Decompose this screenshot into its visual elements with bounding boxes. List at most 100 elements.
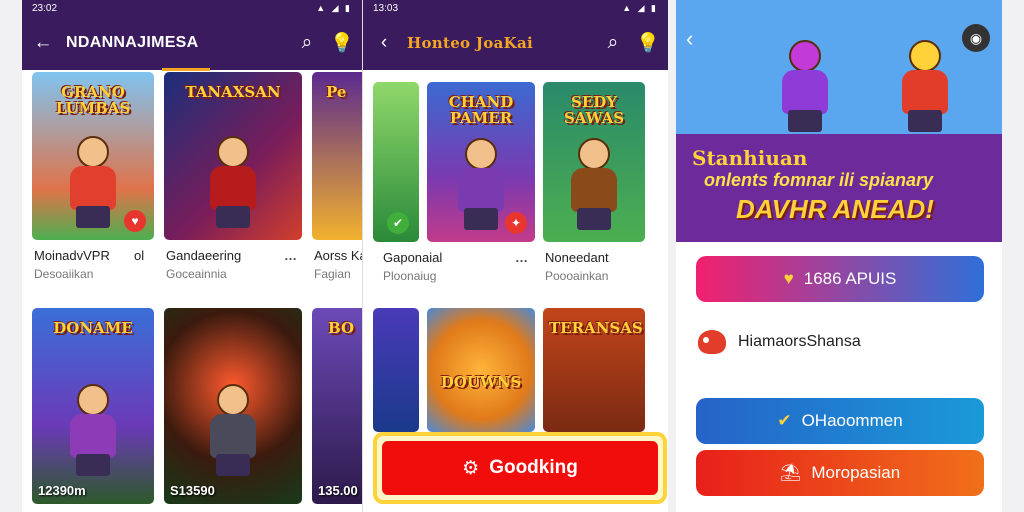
game-card[interactable]: GRANO LUMBAS ♥ — [32, 72, 154, 240]
game-art: SEDY SAWAS — [543, 82, 645, 242]
game-character — [64, 384, 122, 476]
screen-game-detail: ‹ ◉ Stanhiuan onlents fomnar ili spianar… — [676, 0, 1002, 512]
game-art-title: BO — [328, 319, 355, 337]
lightbulb-icon[interactable]: 💡 — [636, 31, 660, 55]
check-icon[interactable]: ✔ — [387, 212, 409, 234]
game-character — [565, 138, 623, 230]
game-name: Gandaeering — [166, 248, 242, 263]
game-art: DOUWNS — [427, 308, 535, 432]
banner-heading: Stanhiuan — [692, 146, 808, 170]
game-art: GRANO LUMBAS ♥ — [32, 72, 154, 240]
game-art-title: SEDY SAWAS — [563, 93, 625, 127]
game-developer: Fagian — [314, 267, 351, 281]
status-time: 23:02 — [32, 2, 58, 14]
game-card[interactable]: TANAXSAN — [164, 72, 302, 240]
game-art-title: TANAXSAN — [185, 83, 281, 101]
game-name: Noneedant — [545, 250, 609, 265]
game-character — [204, 136, 262, 228]
game-name: Aorss Ka — [314, 248, 362, 263]
heart-icon[interactable]: ♥ — [124, 210, 146, 232]
game-card[interactable]: DOUWNS — [427, 308, 535, 432]
page-title: Honteo JoaKai — [407, 34, 533, 52]
cta-button[interactable]: ⚙ Goodking — [373, 432, 667, 504]
game-art: TERANSAS — [543, 308, 645, 432]
game-developer: Poooainkan — [545, 269, 609, 283]
recommend-label: OHaoommen — [801, 411, 903, 430]
game-card[interactable]: BO 135.00 — [312, 308, 362, 504]
game-art: DONAME 12390m — [32, 308, 154, 504]
status-icons: ▲ ◢ ▮ — [316, 2, 352, 13]
game-meta: Aorss Ka Fagian — [314, 248, 362, 281]
cta-button-inner[interactable]: ⚙ Goodking — [382, 441, 658, 495]
game-name: Gaponaial — [383, 250, 443, 265]
flame-icon[interactable]: ✦ — [505, 212, 527, 234]
game-character — [64, 136, 122, 228]
status-time: 13:03 — [373, 2, 399, 14]
lightbulb-icon[interactable]: 💡 — [330, 31, 354, 55]
game-developer: Ploonaiug — [383, 269, 437, 283]
banner-text-band: Stanhiuan onlents fomnar ili spianary DA… — [676, 134, 1002, 242]
game-card[interactable]: CHAND PAMER ✦ — [427, 82, 535, 242]
cta-label: Goodking — [489, 457, 578, 478]
game-art: BO 135.00 — [312, 308, 362, 504]
game-card[interactable]: S13590 — [164, 308, 302, 504]
game-character — [452, 138, 510, 230]
game-card[interactable]: TERANSAS — [543, 308, 645, 432]
game-developer: Desoaiikan — [34, 267, 94, 281]
back-chevron-icon[interactable]: ‹ — [686, 26, 693, 52]
active-tab-indicator — [162, 68, 210, 71]
likes-label: 1686 APUIS — [803, 269, 897, 288]
likes-button[interactable]: ♥ 1686 APUIS — [696, 256, 984, 302]
game-meta: Gaponaial Ploonaiug — [383, 250, 503, 283]
banner-subheading: onlents fomnar ili spianary — [704, 170, 934, 190]
search-icon[interactable]: ⌕ — [296, 32, 318, 54]
more-options-icon[interactable]: … — [515, 250, 528, 265]
game-character — [204, 384, 262, 476]
check-icon: ✔ — [777, 411, 792, 430]
game-meta: Noneedant Poooainkan — [545, 250, 645, 283]
game-card[interactable] — [373, 308, 419, 432]
game-price: 135.00 — [318, 483, 358, 498]
game-art: CHAND PAMER ✦ — [427, 82, 535, 242]
promotion-button[interactable]: ⛱ Moropasian — [696, 450, 984, 496]
screen-game-category: 13:03 ▲ ◢ ▮ ‹ Honteo JoaKai ⌕ 💡 ✔ CHAND … — [362, 0, 668, 512]
status-bar: 13:03 ▲ ◢ ▮ — [363, 0, 668, 16]
promotion-icon: ⛱ — [779, 463, 802, 482]
developer-name: HiamaorsShansa — [738, 333, 861, 350]
more-options-icon[interactable]: … — [284, 248, 297, 263]
back-chevron-icon[interactable]: ‹ — [373, 32, 395, 54]
game-art-title: Pe — [326, 83, 347, 101]
recommend-button[interactable]: ✔ OHaoommen — [696, 398, 984, 444]
screen-game-store-grid: 23:02 ▲ ◢ ▮ ← NDANNAJIMESA ⌕ 💡 GRANO LUM… — [22, 0, 362, 512]
game-art: ✔ — [373, 82, 419, 242]
game-meta: Gandaeering Goceainnia — [166, 248, 276, 281]
app-bar: ‹ Honteo JoaKai ⌕ 💡 — [363, 16, 668, 70]
game-art: Pe — [312, 72, 362, 240]
game-price: S13590 — [170, 483, 215, 498]
game-character — [776, 40, 834, 132]
game-art-title: TERANSAS — [549, 319, 643, 337]
game-art-title: CHAND PAMER — [448, 93, 514, 127]
game-art — [373, 308, 419, 432]
app-bar: ← NDANNAJIMESA ⌕ 💡 — [22, 16, 362, 70]
search-icon[interactable]: ⌕ — [602, 32, 624, 54]
promotion-label: Moropasian — [811, 463, 901, 482]
camera-icon[interactable]: ◉ — [962, 24, 990, 52]
bug-mascot-icon — [698, 330, 726, 354]
status-bar: 23:02 ▲ ◢ ▮ — [22, 0, 362, 16]
game-art-title: DONAME — [53, 319, 133, 337]
game-art-title: DOUWNS — [440, 373, 522, 391]
status-icons: ▲ ◢ ▮ — [622, 2, 658, 13]
settings-icon: ⚙ — [462, 457, 480, 479]
game-developer: Goceainnia — [166, 267, 227, 281]
heart-icon: ♥ — [783, 269, 794, 288]
developer-row[interactable]: HiamaorsShansa — [698, 330, 861, 354]
game-card[interactable]: SEDY SAWAS — [543, 82, 645, 242]
promo-banner: ‹ ◉ Stanhiuan onlents fomnar ili spianar… — [676, 0, 1002, 242]
game-card[interactable]: ✔ — [373, 82, 419, 242]
game-card[interactable]: Pe — [312, 72, 362, 240]
page-title: NDANNAJIMESA — [66, 34, 199, 51]
game-card[interactable]: DONAME 12390m — [32, 308, 154, 504]
banner-slogan: DAVHR ANEAD! — [736, 194, 934, 224]
back-arrow-icon[interactable]: ← — [32, 32, 54, 54]
